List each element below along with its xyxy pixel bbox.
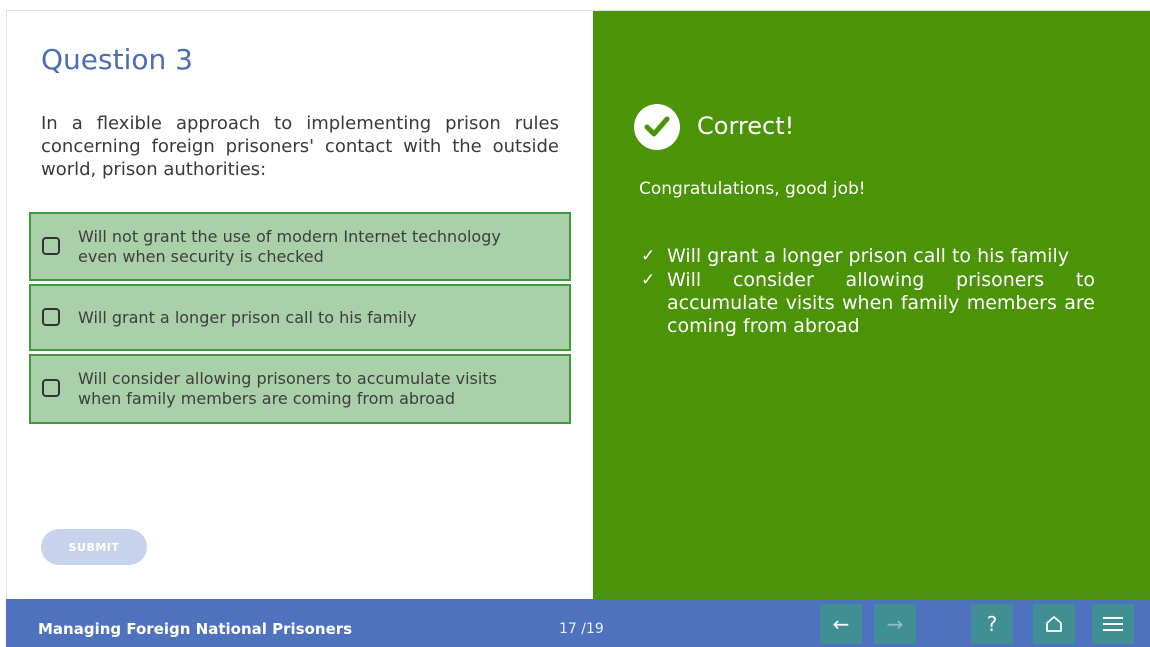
checkmark-icon: ✓ [641, 246, 656, 266]
home-icon [1046, 616, 1062, 632]
answer-option-label: Will consider allowing prisoners to accu… [78, 369, 497, 408]
correct-answer-text: Will consider allowing prisoners to accu… [667, 269, 1095, 337]
help-button[interactable]: ? [971, 604, 1013, 644]
previous-button[interactable]: ← [820, 604, 862, 644]
answer-option-label: Will grant a longer prison call to his f… [78, 307, 417, 327]
help-icon: ? [986, 612, 998, 636]
course-title: Managing Foreign National Prisoners [38, 620, 353, 638]
page-counter: 17 /19 [559, 621, 604, 637]
correct-answer-item: ✓ Will consider allowing prisoners to ac… [639, 269, 1095, 338]
home-button[interactable] [1033, 604, 1075, 644]
feedback-title: Correct! [697, 112, 795, 140]
menu-button[interactable] [1092, 604, 1134, 644]
question-text: In a flexible approach to implementing p… [41, 113, 559, 180]
answer-option-2[interactable]: Will grant a longer prison call to his f… [29, 284, 571, 351]
question-title: Question 3 [41, 43, 193, 76]
footer-bar: Managing Foreign National Prisoners 17 /… [6, 599, 1150, 647]
feedback-panel: Correct! Congratulations, good job! ✓ Wi… [593, 11, 1150, 599]
checkbox[interactable] [42, 379, 60, 397]
menu-icon [1103, 617, 1123, 631]
checkbox[interactable] [42, 307, 60, 326]
checkbox[interactable] [42, 236, 60, 255]
checkmark-icon: ✓ [641, 270, 656, 290]
check-circle-icon [634, 104, 680, 150]
answer-option-3[interactable]: Will consider allowing prisoners to accu… [29, 354, 571, 424]
correct-answers-list: ✓ Will grant a longer prison call to his… [639, 245, 1095, 339]
arrow-right-icon: → [886, 612, 904, 636]
correct-answer-item: ✓ Will grant a longer prison call to his… [639, 245, 1095, 268]
correct-answer-text: Will grant a longer prison call to his f… [667, 245, 1069, 267]
answer-option-1[interactable]: Will not grant the use of modern Interne… [29, 212, 571, 281]
question-panel: Question 3 In a flexible approach to imp… [7, 11, 593, 599]
next-button[interactable]: → [874, 604, 916, 644]
submit-button[interactable]: SUBMIT [41, 529, 147, 565]
arrow-left-icon: ← [832, 612, 850, 636]
answer-option-label: Will not grant the use of modern Interne… [78, 226, 501, 266]
feedback-message: Congratulations, good job! [639, 179, 866, 199]
